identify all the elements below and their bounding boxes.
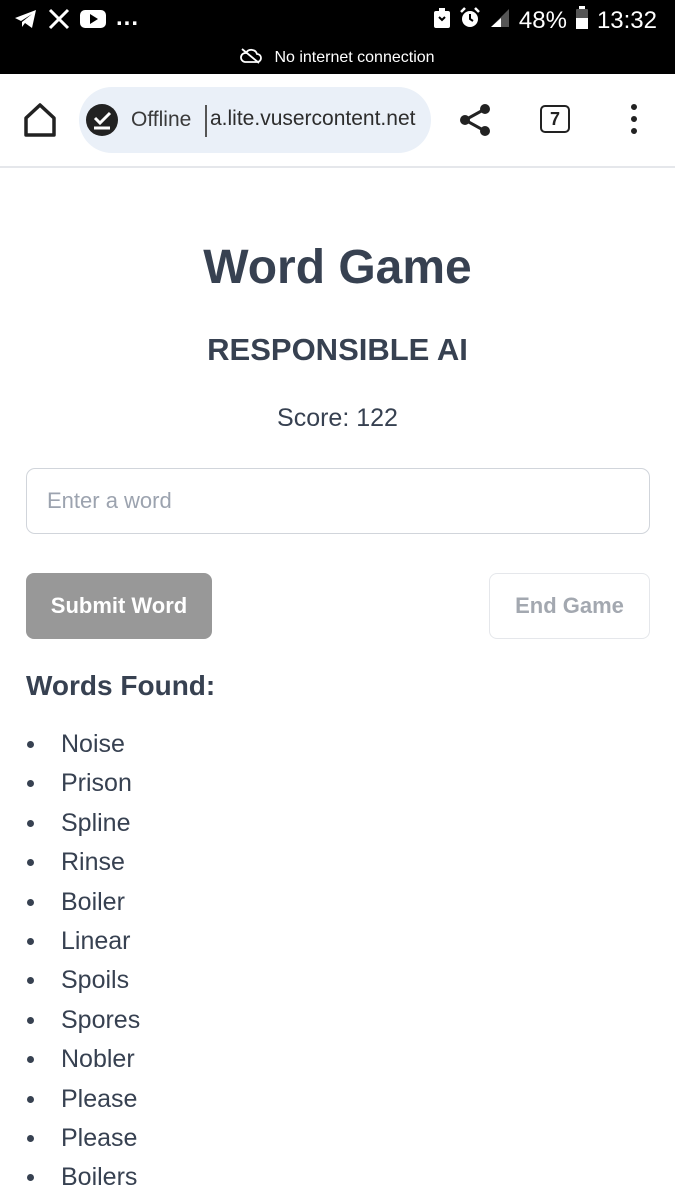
- telegram-icon: [14, 8, 38, 35]
- list-item: Please: [0, 1080, 140, 1119]
- home-icon: [24, 103, 56, 137]
- clock: 13:32: [596, 7, 657, 34]
- offline-notice-text: No internet connection: [274, 49, 435, 66]
- list-item: Please: [0, 1119, 140, 1158]
- submit-word-button[interactable]: Submit Word: [26, 573, 212, 639]
- status-bar-notifications: ...: [14, 4, 139, 35]
- list-item: Boilers: [0, 1158, 140, 1197]
- battery-icon: [575, 5, 589, 37]
- page-title: Word Game: [203, 241, 472, 294]
- list-item: Spoils: [0, 961, 140, 1000]
- offline-label: Offline: [131, 108, 192, 131]
- list-item: Linear: [0, 922, 140, 961]
- recycle-icon: [433, 7, 451, 36]
- list-item: Noise: [0, 725, 140, 764]
- list-item: Spores: [0, 1001, 140, 1040]
- home-button[interactable]: [20, 102, 60, 142]
- share-button[interactable]: [457, 102, 493, 143]
- x-icon: [48, 8, 70, 35]
- address-bar[interactable]: Offline a.lite.vusercontent.net: [79, 87, 431, 153]
- word-input[interactable]: [26, 468, 650, 534]
- offline-notice: No internet connection: [0, 46, 675, 70]
- list-item: Prison: [0, 764, 140, 803]
- share-icon: [460, 104, 490, 136]
- words-found-list: Noise Prison Spline Rinse Boiler Linear …: [0, 725, 140, 1198]
- list-item: Rinse: [0, 843, 140, 882]
- words-found-heading: Words Found:: [26, 670, 216, 701]
- score-text: Score: 122: [277, 404, 398, 432]
- more-notifications-icon: ...: [116, 4, 140, 31]
- url-divider: [205, 105, 207, 137]
- url-text[interactable]: a.lite.vusercontent.net: [210, 107, 415, 131]
- browser-toolbar: Offline a.lite.vusercontent.net 7: [0, 74, 675, 168]
- cloud-off-icon: [240, 47, 263, 69]
- battery-percent: 48%: [518, 7, 567, 34]
- status-bar-system: 48% 13:32: [433, 5, 657, 37]
- tab-switcher-button[interactable]: 7: [540, 105, 570, 133]
- target-word: RESPONSIBLE AI: [207, 332, 468, 367]
- list-item: Nobler: [0, 1040, 140, 1079]
- offline-check-icon: [86, 104, 118, 136]
- signal-icon: [489, 7, 511, 36]
- list-item: Boiler: [0, 883, 140, 922]
- offline-chip[interactable]: Offline: [85, 103, 191, 137]
- end-game-button[interactable]: End Game: [489, 573, 650, 639]
- alarm-icon: [459, 6, 481, 36]
- status-bar: ... 48% 13:32 No internet connection: [0, 0, 675, 74]
- youtube-icon: [80, 9, 106, 34]
- list-item: Spline: [0, 804, 140, 843]
- overflow-menu-icon[interactable]: [622, 104, 646, 136]
